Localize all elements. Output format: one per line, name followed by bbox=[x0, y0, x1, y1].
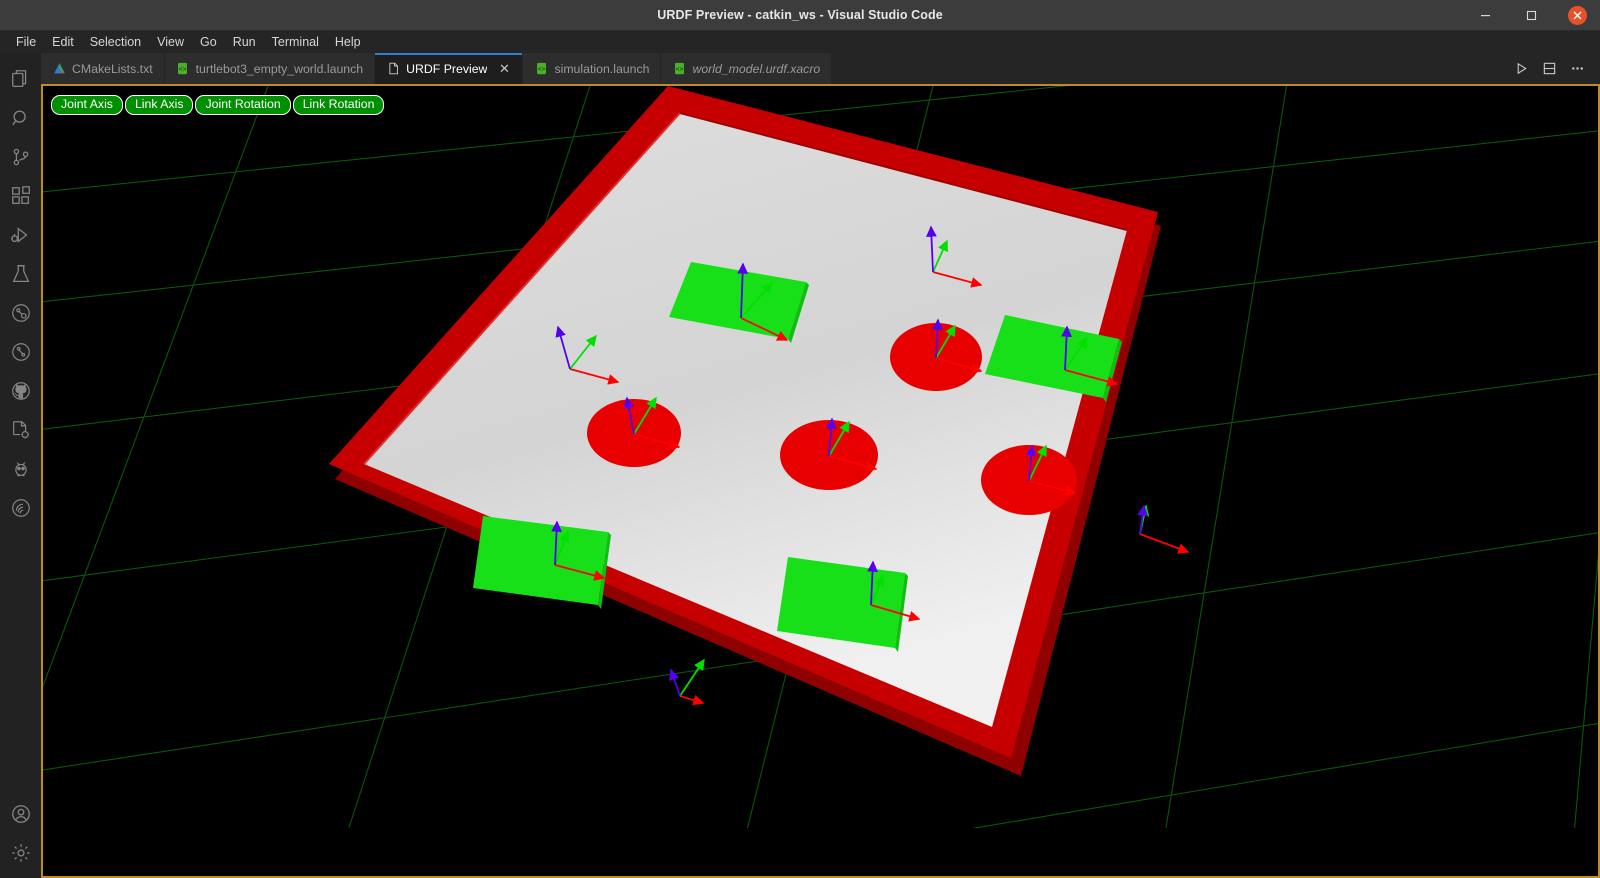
preview-file-icon bbox=[386, 62, 400, 76]
files-icon bbox=[10, 68, 32, 90]
urdf-preview-panel[interactable]: Joint Axis Link Axis Joint Rotation Link… bbox=[41, 84, 1600, 878]
menu-file[interactable]: File bbox=[8, 32, 44, 52]
split-editor-icon bbox=[1542, 61, 1557, 76]
menu-bar: File Edit Selection View Go Run Terminal… bbox=[0, 31, 1600, 53]
activity-bar bbox=[0, 53, 41, 878]
window-controls bbox=[1462, 0, 1600, 30]
joint-axis-toggle[interactable]: Joint Axis bbox=[51, 95, 123, 115]
xml-icon: <> bbox=[672, 62, 686, 76]
tab-label: simulation.launch bbox=[554, 61, 650, 76]
sidebar-item-search[interactable] bbox=[0, 98, 41, 137]
link-rotation-toggle[interactable]: Link Rotation bbox=[292, 95, 385, 115]
github-icon bbox=[10, 380, 32, 402]
gear-icon bbox=[10, 842, 32, 864]
account-icon bbox=[10, 803, 32, 825]
sidebar-item-remote-explorer[interactable] bbox=[0, 410, 41, 449]
more-actions-button[interactable] bbox=[1564, 56, 1590, 82]
tab-cmakelists[interactable]: CMakeLists.txt bbox=[41, 53, 165, 84]
editor-tab-bar: CMakeLists.txt <> turtlebot3_empty_world… bbox=[41, 53, 1600, 84]
workbench: CMakeLists.txt <> turtlebot3_empty_world… bbox=[0, 53, 1600, 878]
extensions-icon bbox=[10, 185, 32, 207]
split-editor-button[interactable] bbox=[1536, 56, 1562, 82]
joint-rotation-toggle[interactable]: Joint Rotation bbox=[195, 95, 291, 115]
tab-label: URDF Preview bbox=[406, 61, 488, 76]
menu-selection[interactable]: Selection bbox=[82, 32, 149, 52]
sidebar-item-accounts[interactable] bbox=[0, 794, 41, 833]
menu-terminal[interactable]: Terminal bbox=[264, 32, 327, 52]
tab-simulation-launch[interactable]: <> simulation.launch bbox=[523, 53, 662, 84]
sidebar-item-espressif[interactable] bbox=[0, 488, 41, 527]
editor-tabs: CMakeLists.txt <> turtlebot3_empty_world… bbox=[41, 53, 833, 84]
play-icon bbox=[1514, 61, 1529, 76]
tab-urdf-preview[interactable]: URDF Preview ✕ bbox=[375, 53, 524, 84]
tab-label: CMakeLists.txt bbox=[72, 61, 153, 76]
sidebar-item-platformio[interactable] bbox=[0, 449, 41, 488]
sidebar-item-explorer[interactable] bbox=[0, 59, 41, 98]
menu-help[interactable]: Help bbox=[327, 32, 369, 52]
sidebar-item-testing[interactable] bbox=[0, 254, 41, 293]
tab-close-button[interactable]: ✕ bbox=[497, 61, 511, 77]
sidebar-item-ros-nodes[interactable] bbox=[0, 332, 41, 371]
search-icon bbox=[10, 107, 32, 129]
espressif-icon bbox=[10, 497, 32, 519]
sidebar-item-settings[interactable] bbox=[0, 833, 41, 872]
tab-label: world_model.urdf.xacro bbox=[692, 61, 821, 76]
svg-text:<>: <> bbox=[179, 66, 187, 73]
title-bar: URDF Preview - catkin_ws - Visual Studio… bbox=[0, 0, 1600, 31]
sidebar-item-run-and-debug[interactable] bbox=[0, 215, 41, 254]
tab-world-model-urdf-xacro[interactable]: <> world_model.urdf.xacro bbox=[661, 53, 833, 84]
menu-view[interactable]: View bbox=[149, 32, 192, 52]
link-axis-toggle[interactable]: Link Axis bbox=[124, 95, 194, 115]
ros-node-circle-icon bbox=[10, 341, 32, 363]
urdf-3d-viewport[interactable] bbox=[43, 86, 1598, 828]
beaker-icon bbox=[10, 263, 32, 285]
sidebar-item-extensions[interactable] bbox=[0, 176, 41, 215]
menu-edit[interactable]: Edit bbox=[44, 32, 82, 52]
menu-go[interactable]: Go bbox=[192, 32, 225, 52]
tab-label: turtlebot3_empty_world.launch bbox=[195, 61, 364, 76]
editor-actions bbox=[1508, 53, 1600, 84]
tab-turtlebot3-empty-world-launch[interactable]: <> turtlebot3_empty_world.launch bbox=[164, 53, 376, 84]
urdf-toolbar: Joint Axis Link Axis Joint Rotation Link… bbox=[51, 95, 385, 115]
editor-area: CMakeLists.txt <> turtlebot3_empty_world… bbox=[41, 53, 1600, 878]
window-title: URDF Preview - catkin_ws - Visual Studio… bbox=[657, 8, 943, 22]
svg-text:<>: <> bbox=[676, 66, 684, 73]
cmake-icon bbox=[52, 62, 66, 76]
remote-file-gear-icon bbox=[10, 419, 32, 441]
xml-icon: <> bbox=[534, 62, 548, 76]
platformio-ant-icon bbox=[10, 458, 32, 480]
ros-circle-icon bbox=[10, 302, 32, 324]
run-debug-icon bbox=[10, 224, 32, 246]
menu-run[interactable]: Run bbox=[225, 32, 264, 52]
sidebar-item-source-control[interactable] bbox=[0, 137, 41, 176]
source-control-icon bbox=[10, 146, 32, 168]
ellipsis-icon bbox=[1570, 61, 1585, 76]
svg-text:<>: <> bbox=[538, 66, 546, 73]
xml-icon: <> bbox=[176, 62, 190, 76]
sidebar-item-ros[interactable] bbox=[0, 293, 41, 332]
run-button[interactable] bbox=[1508, 56, 1534, 82]
minimize-button[interactable] bbox=[1462, 0, 1508, 31]
sidebar-item-github[interactable] bbox=[0, 371, 41, 410]
maximize-button[interactable] bbox=[1508, 0, 1554, 31]
close-button[interactable] bbox=[1554, 0, 1600, 31]
